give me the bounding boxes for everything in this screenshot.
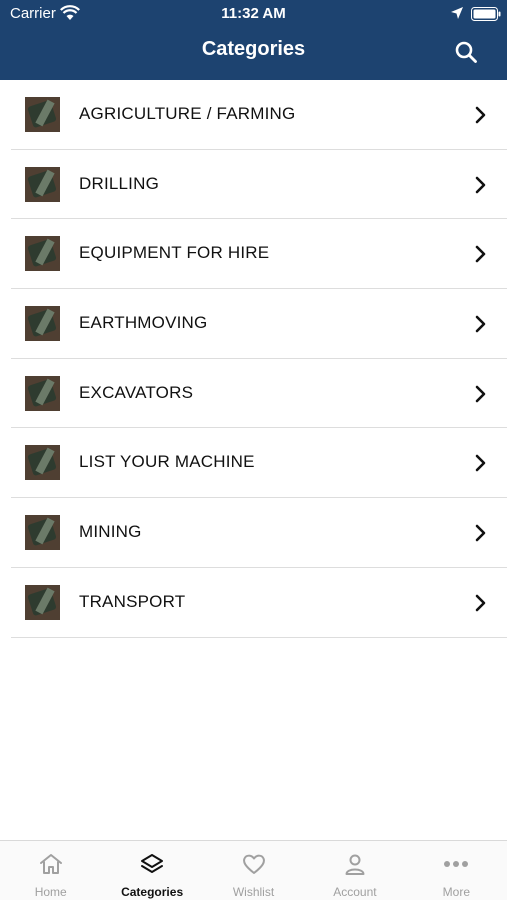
tab-home[interactable]: Home <box>0 841 101 900</box>
category-label: EARTHMOVING <box>79 313 208 333</box>
tab-label: More <box>442 885 470 899</box>
category-thumbnail <box>25 236 60 272</box>
tab-label: Account <box>333 885 377 899</box>
tab-more[interactable]: More <box>406 841 507 900</box>
search-icon <box>455 41 477 63</box>
person-icon <box>345 854 365 875</box>
category-label: TRANSPORT <box>79 591 186 611</box>
layers-icon <box>141 854 164 873</box>
category-label: EXCAVATORS <box>79 382 194 402</box>
category-row-drilling[interactable]: DRILLING <box>11 150 507 220</box>
app-header: Carrier 11:32 AM Categories <box>0 0 507 80</box>
category-thumbnail <box>25 97 60 132</box>
category-label: AGRICULTURE / FARMING <box>79 104 296 123</box>
chevron-right-icon <box>475 385 486 403</box>
category-thumbnail <box>25 375 60 411</box>
chevron-right-icon <box>475 594 486 612</box>
category-thumbnail <box>25 445 60 481</box>
more-icon <box>444 861 469 867</box>
category-thumbnail <box>25 166 60 202</box>
category-label: LIST YOUR MACHINE <box>79 452 255 472</box>
tab-wishlist[interactable]: Wishlist <box>203 841 304 900</box>
chevron-right-icon <box>475 106 486 124</box>
search-button[interactable] <box>450 36 482 68</box>
chevron-right-icon <box>475 524 486 542</box>
category-thumbnail <box>25 306 60 342</box>
battery-icon <box>471 7 501 21</box>
tab-label: Home <box>34 885 67 899</box>
status-bar: Carrier 11:32 AM <box>0 0 507 28</box>
page-title: Categories <box>201 38 306 60</box>
category-list: AGRICULTURE / FARMING DRILLING EQUIPMENT… <box>0 80 507 638</box>
category-label: EQUIPMENT FOR HIRE <box>79 243 270 263</box>
chevron-right-icon <box>475 315 486 333</box>
tab-label: Wishlist <box>232 885 275 899</box>
category-row-earthmoving[interactable]: EARTHMOVING <box>11 289 507 359</box>
category-row-excavators[interactable]: EXCAVATORS <box>11 359 507 429</box>
category-thumbnail <box>25 515 60 551</box>
category-thumbnail <box>25 584 60 620</box>
category-row-list-your-machine[interactable]: LIST YOUR MACHINE <box>11 428 507 499</box>
tab-categories[interactable]: Categories <box>101 841 202 900</box>
heart-icon <box>242 854 265 874</box>
chevron-right-icon <box>475 176 486 193</box>
chevron-right-icon <box>475 455 486 472</box>
tab-label: Categories <box>121 885 184 899</box>
category-row-agriculture-farming[interactable]: AGRICULTURE / FARMING <box>11 80 507 150</box>
category-row-mining[interactable]: MINING <box>11 498 507 568</box>
category-row-equipment-for-hire[interactable]: EQUIPMENT FOR HIRE <box>11 219 507 290</box>
category-label: MINING <box>79 522 142 542</box>
tab-account[interactable]: Account <box>304 841 405 900</box>
category-row-transport[interactable]: TRANSPORT <box>11 568 507 638</box>
status-time: 11:32 AM <box>221 5 286 22</box>
location-arrow-icon <box>451 7 463 19</box>
chevron-right-icon <box>475 246 486 263</box>
category-label: DRILLING <box>79 173 160 193</box>
home-icon <box>39 854 62 874</box>
tab-bar: Home Categories Wishlist Account More <box>0 840 507 900</box>
